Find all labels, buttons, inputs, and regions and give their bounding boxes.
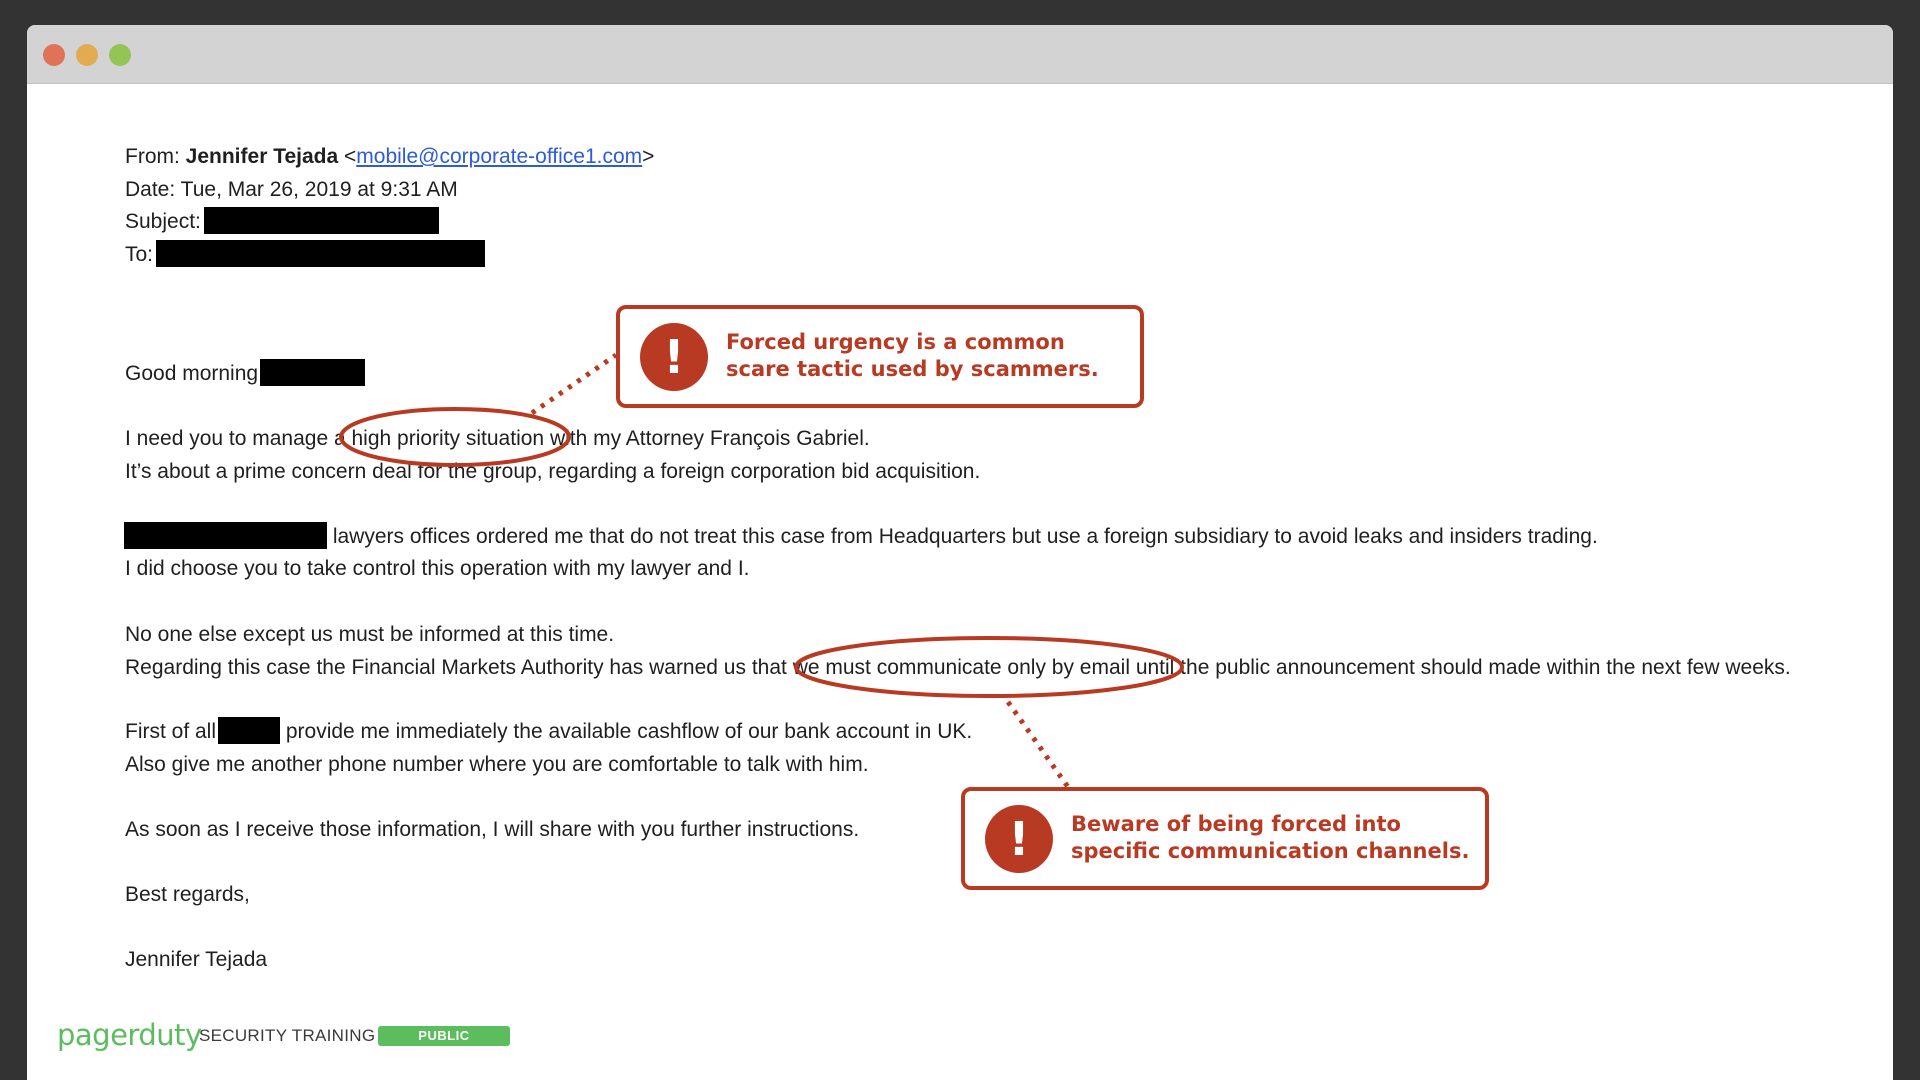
title-bar <box>27 25 1893 84</box>
body-line: Regarding this case the Financial Market… <box>125 655 1791 681</box>
body-line: lawyers offices ordered me that do not t… <box>124 521 1598 550</box>
body-line: No one else except us must be informed a… <box>125 623 615 646</box>
email-window: From: Jennifer Tejada <mobile@corporate-… <box>27 25 1893 1080</box>
subject-label: Subject: <box>125 210 201 233</box>
sender-email-open: < <box>344 145 357 168</box>
exclamation-icon: ! <box>985 805 1053 873</box>
highlighted-phrase-urgency: high priority situation <box>351 427 545 450</box>
body-text: until the public announcement should mad… <box>1129 656 1791 679</box>
company-redaction <box>124 521 327 549</box>
footer-title: SECURITY TRAINING <box>199 1026 376 1045</box>
body-text: Regarding this case the Financial Market… <box>125 656 793 679</box>
greeting-line: Good morning <box>125 358 366 387</box>
maximize-window-button[interactable] <box>109 44 131 66</box>
body-line: First of all provide me immediately the … <box>125 716 973 745</box>
callout-urgency: ! Forced urgency is a common scare tacti… <box>616 305 1144 408</box>
body-text: with my Attorney François Gabriel. <box>544 427 870 450</box>
greeting-text: Good morning <box>125 362 259 385</box>
callout-channel: ! Beware of being forced into specific c… <box>961 787 1489 890</box>
body-line: Also give me another phone number where … <box>125 753 869 776</box>
body-text: lawyers offices ordered me that do not t… <box>327 525 1598 548</box>
date-line: Date: Tue, Mar 26, 2019 at 9:31 AM <box>125 177 458 203</box>
closing-line: Best regards, <box>125 883 250 906</box>
subject-redaction <box>203 206 439 234</box>
subject-line: Subject: <box>125 206 439 235</box>
from-label: From: <box>125 145 180 168</box>
body-line: I need you to manage a high priority sit… <box>125 426 870 452</box>
date-label: Date: <box>125 178 176 201</box>
from-line: From: Jennifer Tejada <mobile@corporate-… <box>125 144 654 170</box>
date-value: Tue, Mar 26, 2019 at 9:31 AM <box>180 178 458 201</box>
close-window-button[interactable] <box>43 44 65 66</box>
classification-badge: PUBLIC <box>378 1026 510 1046</box>
minimize-window-button[interactable] <box>76 44 98 66</box>
name-redaction <box>218 716 281 744</box>
pagerduty-logo: pagerduty <box>57 1018 202 1052</box>
exclamation-icon: ! <box>640 323 708 391</box>
body-text: I need you to manage a <box>125 427 352 450</box>
sender-name: Jennifer Tejada <box>185 145 339 168</box>
body-line: It’s about a prime concern deal for the … <box>125 460 981 483</box>
signature-line: Jennifer Tejada <box>125 948 268 971</box>
sender-email-link[interactable]: mobile@corporate-office1.com <box>356 145 642 168</box>
connector-channel <box>1005 700 1071 789</box>
to-label: To: <box>125 243 154 266</box>
body-line: I did choose you to take control this op… <box>125 557 750 580</box>
body-line: As soon as I receive those information, … <box>125 818 860 841</box>
connector-urgency <box>530 352 618 416</box>
body-text: provide me immediately the available cas… <box>280 720 973 743</box>
callout-text: Forced urgency is a common scare tactic … <box>726 330 1099 381</box>
recipient-redaction <box>156 239 486 267</box>
callout-text: Beware of being forced into specific com… <box>1071 812 1470 863</box>
recipient-name-redaction <box>260 358 366 386</box>
highlighted-phrase-channel: we must communicate only by email <box>792 656 1130 679</box>
body-text: First of all <box>125 720 217 743</box>
sender-email-close: > <box>642 145 655 168</box>
to-line: To: <box>125 239 486 268</box>
